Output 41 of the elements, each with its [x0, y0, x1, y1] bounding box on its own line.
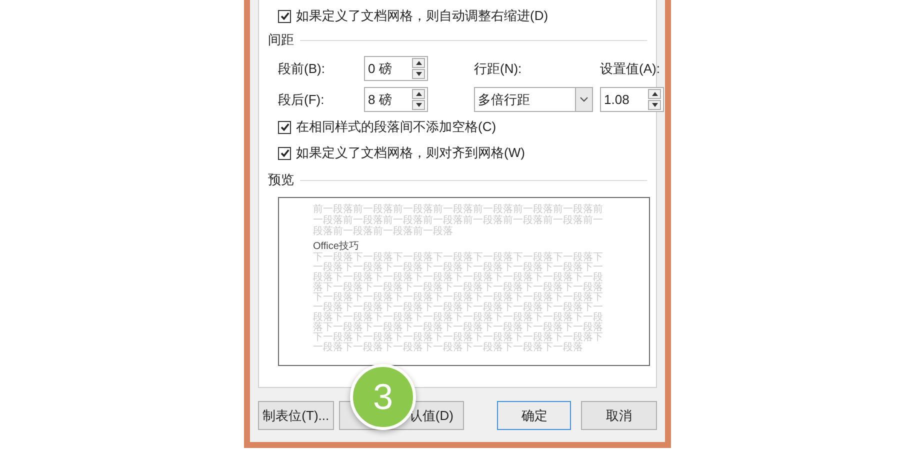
spin-field[interactable]: 0 磅 [364, 56, 428, 81]
line-spacing-dropdown[interactable]: 多倍行距 [474, 87, 593, 112]
dropdown-arrow-button[interactable] [575, 88, 592, 111]
checkbox-label: 如果定义了文档网格，则对齐到网格(W) [296, 144, 525, 162]
field-label: 行距(N): [474, 60, 523, 78]
section-heading: 预览 [268, 171, 294, 190]
field-label: 段前(B): [278, 60, 326, 78]
down-arrow-icon [416, 103, 422, 107]
down-arrow-icon [652, 103, 658, 107]
up-arrow-icon [416, 61, 422, 65]
sample-paragraph-text: Office技巧 [313, 241, 360, 252]
down-arrow-button[interactable] [648, 100, 661, 110]
down-arrow-button[interactable] [412, 100, 425, 110]
up-arrow-button[interactable] [648, 89, 661, 99]
dropdown-value: 多倍行距 [478, 90, 530, 109]
down-arrow-icon [416, 72, 422, 76]
spin-field[interactable]: 8 磅 [364, 87, 428, 112]
check-icon [280, 11, 290, 21]
checkbox-label: 在相同样式的段落间不添加空格(C) [296, 118, 496, 136]
dialog-button[interactable]: 制表位(T)... [258, 401, 334, 430]
field-value: 8 磅 [368, 90, 392, 109]
up-arrow-icon [652, 92, 658, 96]
dialog-button[interactable]: 确定 [497, 401, 572, 430]
checkbox-label: 如果定义了文档网格，则自动调整右缩进(D) [296, 7, 548, 26]
up-arrow-button[interactable] [412, 58, 425, 68]
chevron-down-icon [580, 97, 588, 102]
check-icon [280, 122, 290, 132]
up-arrow-button[interactable] [412, 89, 425, 99]
field-label: 设置值(A): [600, 60, 661, 78]
checkbox[interactable] [278, 120, 291, 134]
dialog-button[interactable]: 取消 [581, 401, 657, 430]
checkbox[interactable] [278, 146, 291, 160]
up-arrow-icon [416, 92, 422, 96]
checkbox[interactable] [278, 10, 291, 22]
field-value: 1.08 [604, 90, 630, 109]
check-icon [280, 148, 290, 158]
down-arrow-button[interactable] [412, 69, 425, 79]
spin-field[interactable]: 1.08 [600, 87, 664, 112]
section-heading: 间距 [268, 31, 294, 50]
field-value: 0 磅 [368, 60, 392, 78]
field-label: 段后(F): [278, 90, 326, 109]
